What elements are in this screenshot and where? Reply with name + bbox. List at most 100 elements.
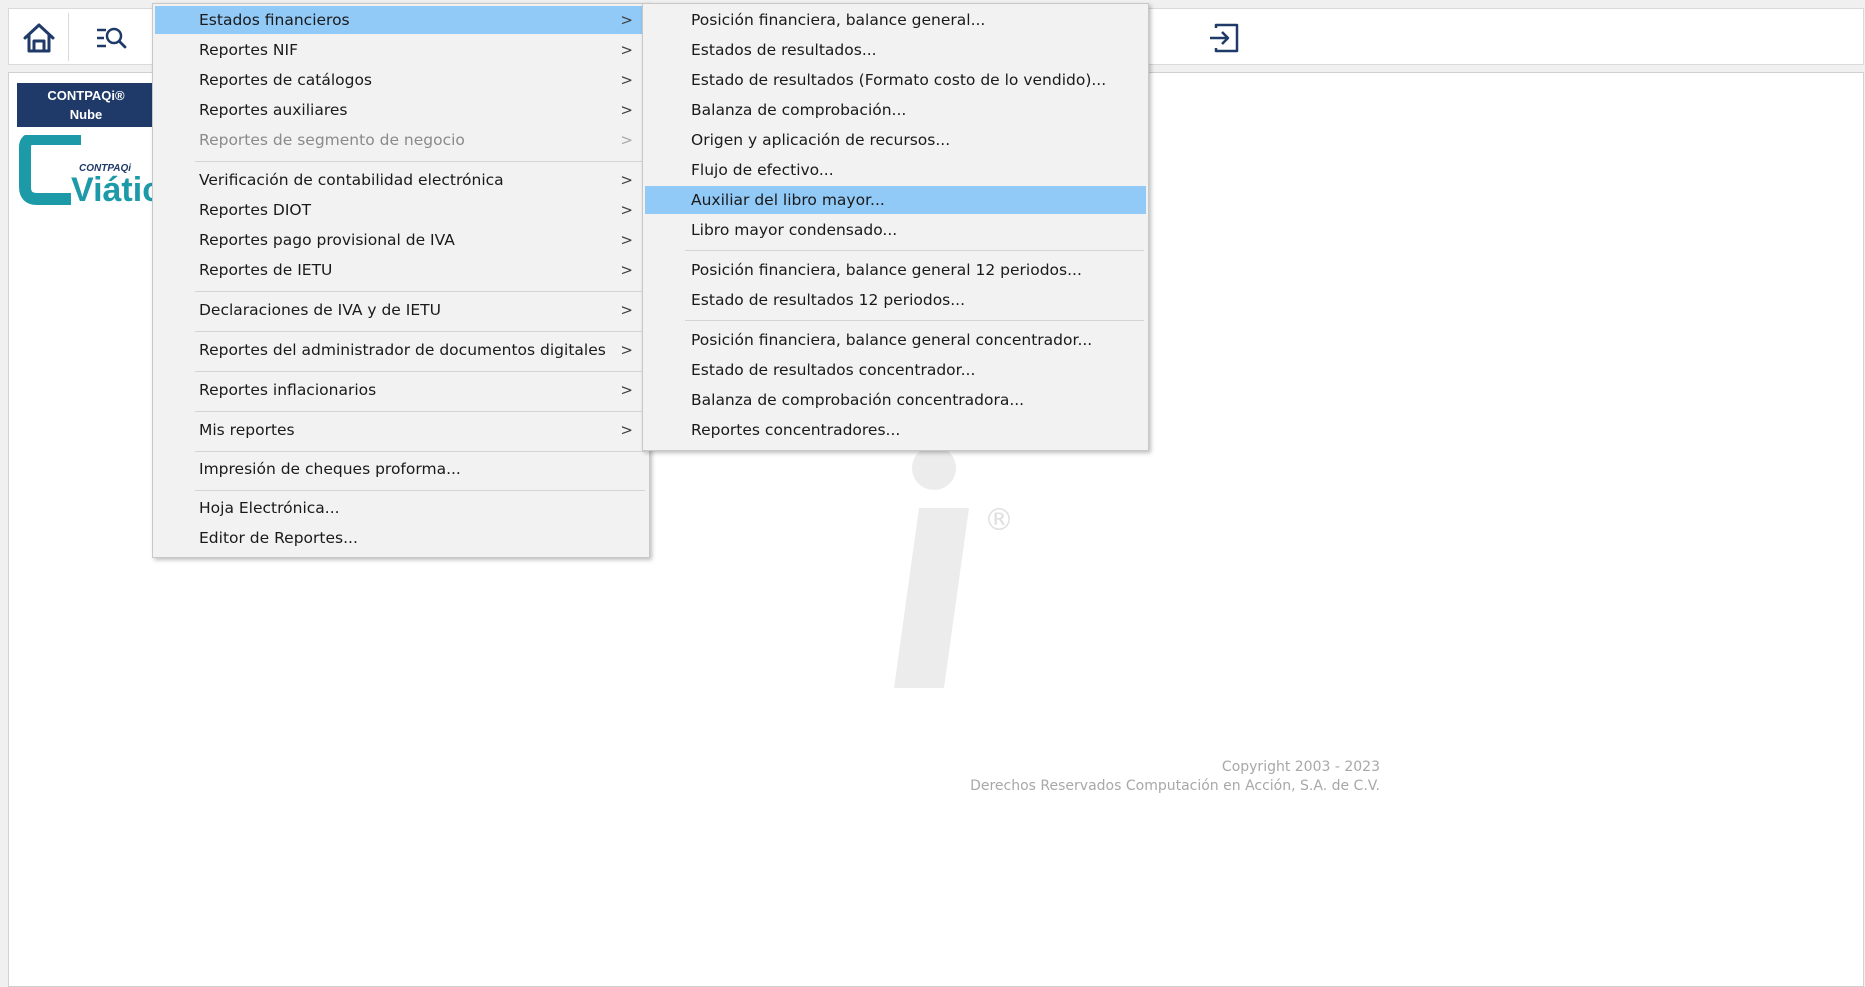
submenu-item-label: Balanza de comprobación concentradora... [691,391,1025,409]
copyright-notice: Copyright 2003 - 2023 Derechos Reservado… [970,758,1380,796]
submenu-item-resultados-costo-vendido[interactable]: Estado de resultados (Formato costo de l… [645,66,1146,94]
chevron-right-icon: > [620,261,633,279]
submenu-item-balanza-concentradora[interactable]: Balanza de comprobación concentradora... [645,386,1146,414]
menu-item-reportes-inflacionarios[interactable]: Reportes inflacionarios > [155,376,647,404]
menu-item-hoja-electronica[interactable]: Hoja Electrónica... [155,494,647,522]
menu-item-label: Reportes inflacionarios [199,381,377,399]
menu-item-label: Declaraciones de IVA y de IETU [199,301,441,319]
rights-line: Derechos Reservados Computación en Acció… [970,778,1380,794]
chevron-right-icon: > [620,101,633,119]
menu-item-label: Reportes del administrador de documentos… [199,341,606,359]
submenu-item-label: Auxiliar del libro mayor... [691,191,885,209]
menu-divider [195,451,645,452]
menu-item-reportes-auxiliares[interactable]: Reportes auxiliares > [155,96,647,124]
home-button[interactable] [19,19,59,57]
chevron-right-icon: > [620,171,633,189]
submenu-item-resultados-12-periodos[interactable]: Estado de resultados 12 periodos... [645,286,1146,314]
menu-item-label: Reportes pago provisional de IVA [199,231,455,249]
submenu-item-label: Estado de resultados 12 periodos... [691,291,966,309]
submenu-item-posicion-12-periodos[interactable]: Posición financiera, balance general 12 … [645,256,1146,284]
submenu-item-label: Libro mayor condensado... [691,221,898,239]
submenu-item-label: Balanza de comprobación... [691,101,907,119]
submenu-item-posicion-concentrador[interactable]: Posición financiera, balance general con… [645,326,1146,354]
menu-item-reportes-nif[interactable]: Reportes NIF > [155,36,647,64]
menu-item-editor-reportes[interactable]: Editor de Reportes... [155,524,647,552]
menu-item-mis-reportes[interactable]: Mis reportes > [155,416,647,444]
app-window: CONTPAQi® Nube CONTPAQi Viátic ® Copyrig… [0,0,1865,987]
submenu-item-origen-aplicacion[interactable]: Origen y aplicación de recursos... [645,126,1146,154]
submenu-item-libro-mayor-condensado[interactable]: Libro mayor condensado... [645,216,1146,244]
menu-item-label: Reportes DIOT [199,201,312,219]
chevron-right-icon: > [620,421,633,439]
submenu-item-reportes-concentradores[interactable]: Reportes concentradores... [645,416,1146,444]
chevron-right-icon: > [620,381,633,399]
menu-item-reportes-segmento: Reportes de segmento de negocio > [155,126,647,154]
home-icon [23,23,55,53]
menu-divider [195,291,645,292]
menu-divider [685,250,1144,251]
submenu-item-label: Estado de resultados (Formato costo de l… [691,71,1107,89]
submenu-item-posicion-financiera[interactable]: Posición financiera, balance general... [645,6,1146,34]
menu-item-label: Editor de Reportes... [199,529,358,547]
submenu-item-auxiliar-libro-mayor[interactable]: Auxiliar del libro mayor... [645,186,1146,214]
menu-item-label: Reportes auxiliares [199,101,348,119]
submenu-item-label: Posición financiera, balance general con… [691,331,1093,349]
contpaqi-nube-badge: CONTPAQi® Nube [17,83,155,127]
menu-divider [685,320,1144,321]
menu-item-impresion-cheques[interactable]: Impresión de cheques proforma... [155,455,647,483]
chevron-right-icon: > [620,131,633,149]
submenu-item-flujo-efectivo[interactable]: Flujo de efectivo... [645,156,1146,184]
logo-product-text: Viátic [71,171,162,209]
brand-title: CONTPAQi® [47,88,125,103]
menu-item-reportes-diot[interactable]: Reportes DIOT > [155,196,647,224]
toolbar-divider [68,13,69,61]
chevron-right-icon: > [620,11,633,29]
reports-menu: Estados financieros > Reportes NIF > Rep… [152,3,650,558]
list-search-icon [97,27,127,49]
menu-item-pago-provisional-iva[interactable]: Reportes pago provisional de IVA > [155,226,647,254]
submenu-item-resultados-concentrador[interactable]: Estado de resultados concentrador... [645,356,1146,384]
menu-item-label: Estados financieros [199,11,350,29]
menu-divider [195,411,645,412]
menu-item-label: Reportes de segmento de negocio [199,131,465,149]
submenu-item-label: Posición financiera, balance general... [691,11,986,29]
estados-financieros-submenu: Posición financiera, balance general... … [642,3,1149,451]
registered-mark: ® [984,503,1014,538]
submenu-item-label: Posición financiera, balance general 12 … [691,261,1082,279]
submenu-item-label: Flujo de efectivo... [691,161,834,179]
chevron-right-icon: > [620,301,633,319]
menu-divider [195,371,645,372]
menu-item-reportes-ietu[interactable]: Reportes de IETU > [155,256,647,284]
sign-out-icon [1210,23,1239,53]
menu-item-estados-financieros[interactable]: Estados financieros > [155,6,647,34]
menu-item-label: Hoja Electrónica... [199,499,340,517]
exit-button[interactable] [1204,19,1244,57]
menu-item-administrador-documentos[interactable]: Reportes del administrador de documentos… [155,336,647,364]
chevron-right-icon: > [620,231,633,249]
submenu-item-estados-resultados[interactable]: Estados de resultados... [645,36,1146,64]
submenu-item-label: Origen y aplicación de recursos... [691,131,951,149]
menu-item-label: Impresión de cheques proforma... [199,460,461,478]
menu-item-label: Reportes de IETU [199,261,333,279]
chevron-right-icon: > [620,41,633,59]
copyright-line: Copyright 2003 - 2023 [1221,759,1380,775]
brand-subtitle: Nube [69,107,103,122]
chevron-right-icon: > [620,201,633,219]
menu-divider [195,490,645,491]
menu-divider [195,331,645,332]
menu-item-reportes-catalogos[interactable]: Reportes de catálogos > [155,66,647,94]
submenu-item-label: Reportes concentradores... [691,421,901,439]
menu-item-label: Reportes de catálogos [199,71,373,89]
menu-item-label: Verificación de contabilidad electrónica [199,171,504,189]
contpaqi-watermark-icon: ® [894,446,1014,688]
submenu-item-label: Estados de resultados... [691,41,877,59]
chevron-right-icon: > [620,341,633,359]
menu-divider [195,161,645,162]
chevron-right-icon: > [620,71,633,89]
submenu-item-balanza-comprobacion[interactable]: Balanza de comprobación... [645,96,1146,124]
menu-item-label: Reportes NIF [199,41,299,59]
menu-item-verificacion-contabilidad[interactable]: Verificación de contabilidad electrónica… [155,166,647,194]
submenu-item-label: Estado de resultados concentrador... [691,361,976,379]
menu-item-declaraciones-iva-ietu[interactable]: Declaraciones de IVA y de IETU > [155,296,647,324]
search-menu-button[interactable] [91,19,131,57]
